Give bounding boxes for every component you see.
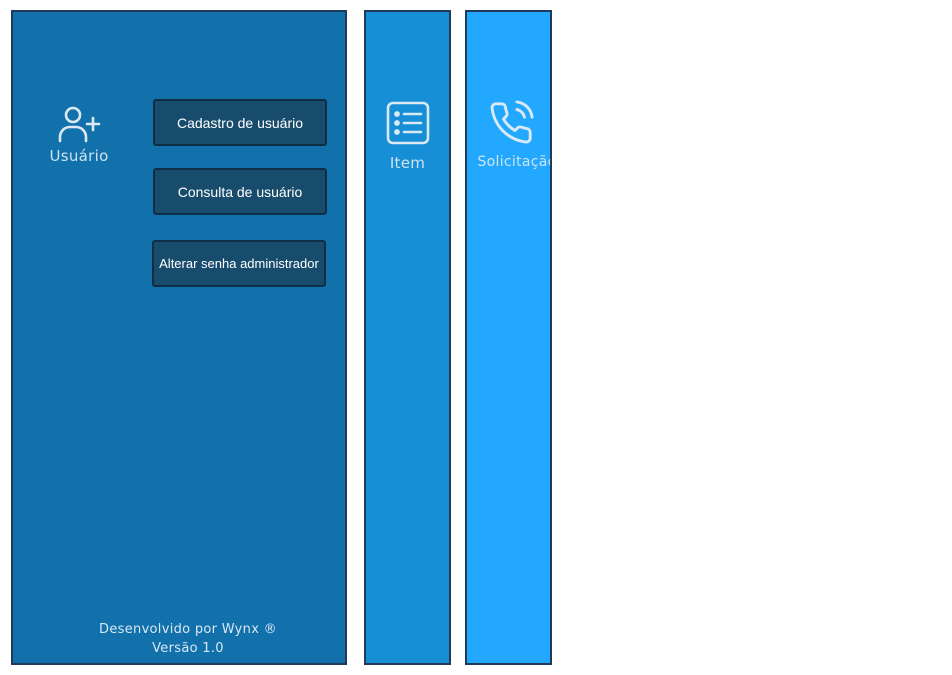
menu-solicitacao-label: Solicitação bbox=[477, 154, 552, 170]
credit-text: Desenvolvido por Wynx ® bbox=[99, 622, 277, 637]
solicitacao-panel: Solicitação bbox=[465, 10, 552, 665]
cadastro-usuario-button[interactable]: Cadastro de usuário bbox=[153, 99, 327, 146]
menu-solicitacao[interactable]: Solicitação bbox=[467, 100, 552, 170]
menu-item[interactable]: Item bbox=[366, 100, 449, 172]
version-text: Versão 1.0 bbox=[152, 641, 224, 656]
consulta-usuario-button[interactable]: Consulta de usuário bbox=[153, 168, 327, 215]
alterar-senha-button[interactable]: Alterar senha administrador bbox=[152, 240, 326, 287]
phone-call-icon bbox=[490, 100, 534, 144]
usuario-panel: Usuário Cadastro de usuário Consulta de … bbox=[11, 10, 347, 665]
user-plus-icon bbox=[58, 106, 101, 143]
footer: Desenvolvido por Wynx ® Versão 1.0 bbox=[13, 620, 363, 658]
menu-item-label: Item bbox=[389, 154, 426, 172]
menu-usuario-label: Usuário bbox=[49, 147, 109, 165]
menu-usuario[interactable]: Usuário bbox=[47, 105, 111, 165]
list-icon bbox=[386, 101, 429, 145]
item-panel: Item bbox=[364, 10, 451, 665]
